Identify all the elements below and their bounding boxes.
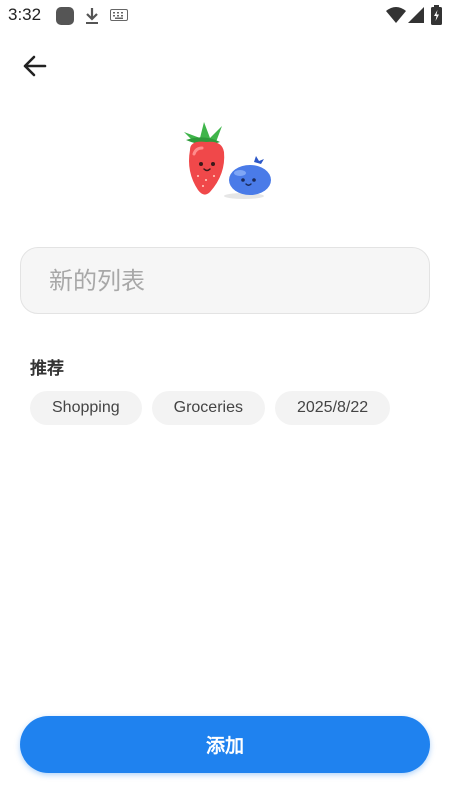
status-bar: 3:32 — [0, 0, 450, 32]
status-time: 3:32 — [8, 5, 42, 24]
recommendations-title: 推荐 — [30, 359, 64, 379]
list-name-input[interactable] — [20, 247, 430, 314]
arrow-left-icon — [23, 55, 47, 77]
add-button[interactable]: 添加 — [20, 716, 430, 773]
recommendation-chips: Shopping Groceries 2025/8/22 — [30, 391, 391, 425]
app-notification-icon — [56, 7, 74, 25]
battery-icon — [431, 5, 442, 25]
signal-icon — [408, 7, 424, 23]
suggestion-chip-date[interactable]: 2025/8/22 — [274, 391, 391, 425]
wifi-icon — [386, 7, 406, 23]
suggestion-chip-shopping[interactable]: Shopping — [30, 391, 142, 425]
back-button[interactable] — [14, 46, 54, 86]
download-icon — [86, 8, 98, 24]
suggestion-chip-groceries[interactable]: Groceries — [151, 391, 265, 425]
keyboard-icon — [110, 9, 128, 21]
strawberry-blueberry-illustration — [184, 122, 271, 199]
